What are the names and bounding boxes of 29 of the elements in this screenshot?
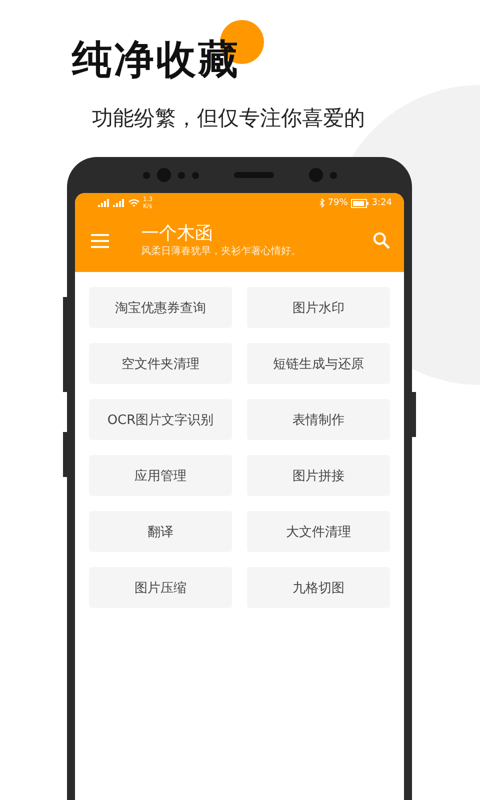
tool-button[interactable]: 九格切图	[247, 567, 390, 608]
tool-button[interactable]: 短链生成与还原	[247, 343, 390, 384]
camera-icon	[308, 168, 322, 182]
tool-button[interactable]: 图片水印	[247, 287, 390, 328]
tool-button[interactable]: 图片拼接	[247, 455, 390, 496]
battery-icon	[350, 198, 369, 208]
tool-button[interactable]: 淘宝优惠券查询	[89, 287, 232, 328]
sensor-icon	[142, 172, 150, 178]
bluetooth-icon	[318, 198, 325, 208]
wifi-icon	[128, 198, 140, 208]
app-title: 一个木函	[141, 223, 214, 245]
menu-icon[interactable]	[91, 234, 109, 248]
tool-button[interactable]: OCR图片文字识别	[89, 399, 232, 440]
signal-icon	[95, 198, 125, 208]
battery-percent: 79%	[328, 198, 348, 208]
clock: 3:24	[372, 198, 392, 208]
tool-button[interactable]: 空文件夹清理	[89, 343, 232, 384]
speaker-grille	[234, 172, 274, 178]
camera-icon	[156, 168, 170, 182]
app-subtitle: 风柔日薄春犹早，夹衫乍著心情好。	[141, 245, 302, 258]
tool-button[interactable]: 表情制作	[247, 399, 390, 440]
headline: 纯净收藏	[72, 36, 240, 85]
sensor-icon	[330, 172, 336, 178]
search-icon[interactable]	[373, 232, 390, 249]
tool-button[interactable]: 图片压缩	[89, 567, 232, 608]
tool-button[interactable]: 应用管理	[89, 455, 232, 496]
tagline: 功能纷繁，但仅专注你喜爱的	[92, 105, 365, 132]
tool-button[interactable]: 翻译	[89, 511, 232, 552]
tool-button[interactable]: 大文件清理	[247, 511, 390, 552]
